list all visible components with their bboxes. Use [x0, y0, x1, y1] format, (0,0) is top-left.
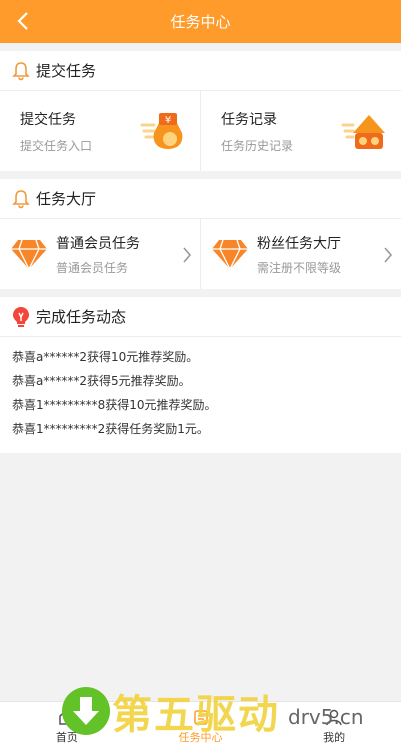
- section-header: 完成任务动态: [0, 297, 401, 337]
- entry-title: 粉丝任务大厅: [257, 235, 341, 252]
- section-header: 提交任务: [0, 51, 401, 91]
- bell-icon: [12, 189, 30, 208]
- section-title: 提交任务: [36, 62, 97, 80]
- bell-icon: [12, 61, 30, 80]
- list-item: 恭喜a******2获得5元推荐奖励。: [12, 374, 191, 388]
- entry-subtitle: 任务历史记录: [221, 138, 294, 153]
- diamond-icon: [212, 239, 248, 270]
- submit-task-entry[interactable]: 提交任务 提交任务入口 ¥: [0, 91, 200, 171]
- submit-task-section: 提交任务 提交任务 提交任务入口 ¥ 任务记录 任务历史记录: [0, 51, 401, 171]
- money-bag-icon: ¥: [140, 113, 183, 149]
- entry-title: 任务记录: [221, 111, 277, 128]
- lightbulb-icon: [13, 306, 29, 327]
- chevron-right-icon: [183, 247, 192, 263]
- top-navigation-bar: 任务中心: [0, 0, 401, 43]
- task-dynamics-section: 完成任务动态 恭喜a******2获得10元推荐奖励。 恭喜a******2获得…: [0, 297, 401, 453]
- chevron-right-icon: [384, 247, 393, 263]
- task-history-entry[interactable]: 任务记录 任务历史记录: [200, 91, 401, 171]
- entry-title: 提交任务: [20, 111, 76, 128]
- list-item: 恭喜1*********8获得10元推荐奖励。: [12, 398, 217, 412]
- watermark: 第五驱动 drv5.cn: [60, 682, 364, 740]
- section-title: 完成任务动态: [36, 308, 127, 326]
- back-button[interactable]: [10, 8, 36, 34]
- entry-subtitle: 需注册不限等级: [257, 260, 342, 275]
- watermark-domain: drv5.cn: [288, 705, 364, 729]
- diamond-icon: [11, 239, 47, 270]
- page-title: 任务中心: [170, 13, 231, 31]
- section-title: 任务大厅: [36, 190, 97, 208]
- task-history-icon: [341, 115, 385, 149]
- entry-title: 普通会员任务: [56, 235, 140, 252]
- entry-subtitle: 普通会员任务: [56, 260, 129, 275]
- list-item: 恭喜a******2获得10元推荐奖励。: [12, 350, 199, 364]
- watermark-text: 第五驱动: [112, 691, 280, 738]
- entry-subtitle: 提交任务入口: [20, 138, 93, 153]
- fan-task-hall-entry[interactable]: 粉丝任务大厅 需注册不限等级: [200, 219, 401, 289]
- task-dynamics-list: 恭喜a******2获得10元推荐奖励。 恭喜a******2获得5元推荐奖励。…: [0, 337, 401, 453]
- download-arrow-icon: [62, 687, 110, 735]
- task-hall-section: 任务大厅 普通会员任务 普通会员任务 粉丝任务大厅 需注册不限等级: [0, 179, 401, 289]
- chevron-left-icon: [17, 12, 28, 30]
- section-header: 任务大厅: [0, 179, 401, 219]
- list-item: 恭喜1*********2获得任务奖励1元。: [12, 422, 209, 436]
- svg-text:¥: ¥: [165, 115, 171, 126]
- regular-member-task-entry[interactable]: 普通会员任务 普通会员任务: [0, 219, 200, 289]
